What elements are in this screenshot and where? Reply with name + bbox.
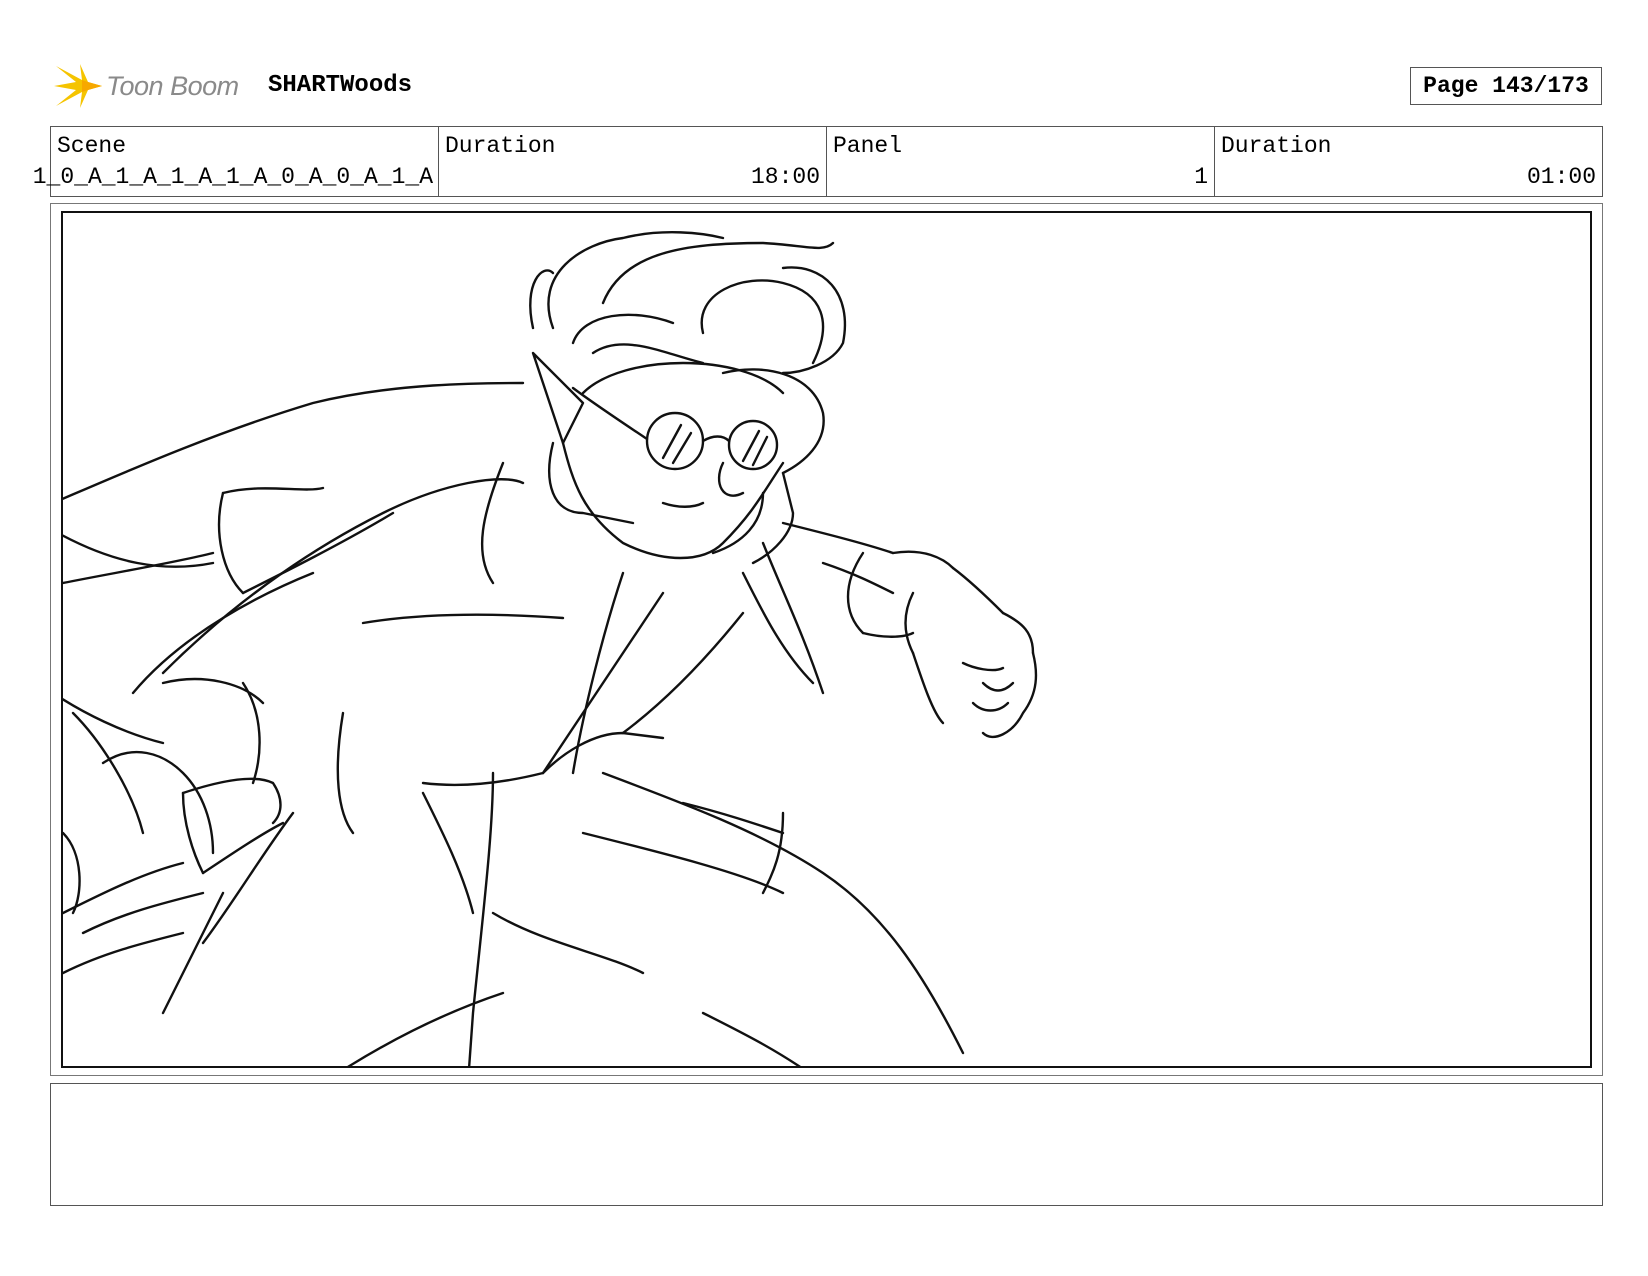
scene-info-bar: Scene 1_0_A_1_A_1_A_1_A_0_A_0_A_1_A Dura…: [33, 126, 1603, 197]
scene-cell: Scene 1_0_A_1_A_1_A_1_A_0_A_0_A_1_A: [33, 127, 439, 196]
panel-duration-label: Duration: [1221, 133, 1332, 159]
scene-duration-value: 18:00: [750, 164, 820, 190]
scene-duration-cell: Duration 18:00: [439, 127, 827, 196]
scene-label: Scene: [57, 133, 127, 159]
toon-boom-star-icon: [54, 64, 102, 108]
panel-duration-cell: Duration 01:00: [1215, 127, 1602, 196]
page-indicator: Page 143/173: [1410, 67, 1602, 105]
logo-text: Toon Boom: [106, 70, 239, 101]
panel-cell: Panel 1: [827, 127, 1215, 196]
panel-duration-value: 01:00: [1526, 164, 1596, 190]
toon-boom-logo: Toon Boom: [52, 58, 239, 114]
panel-value: 1: [1194, 164, 1208, 190]
panel-notes-box: [50, 1083, 1603, 1206]
scene-duration-label: Duration: [445, 133, 556, 159]
panel-label: Panel: [833, 133, 903, 159]
scene-value: 1_0_A_1_A_1_A_1_A_0_A_0_A_1_A: [32, 164, 433, 190]
project-title: SHARTWoods: [268, 72, 413, 99]
storyboard-panel: [61, 211, 1592, 1068]
scene-value-clip: 1_0_A_1_A_1_A_1_A_0_A_0_A_1_A: [1, 164, 433, 190]
character-sketch: [63, 231, 1038, 1066]
